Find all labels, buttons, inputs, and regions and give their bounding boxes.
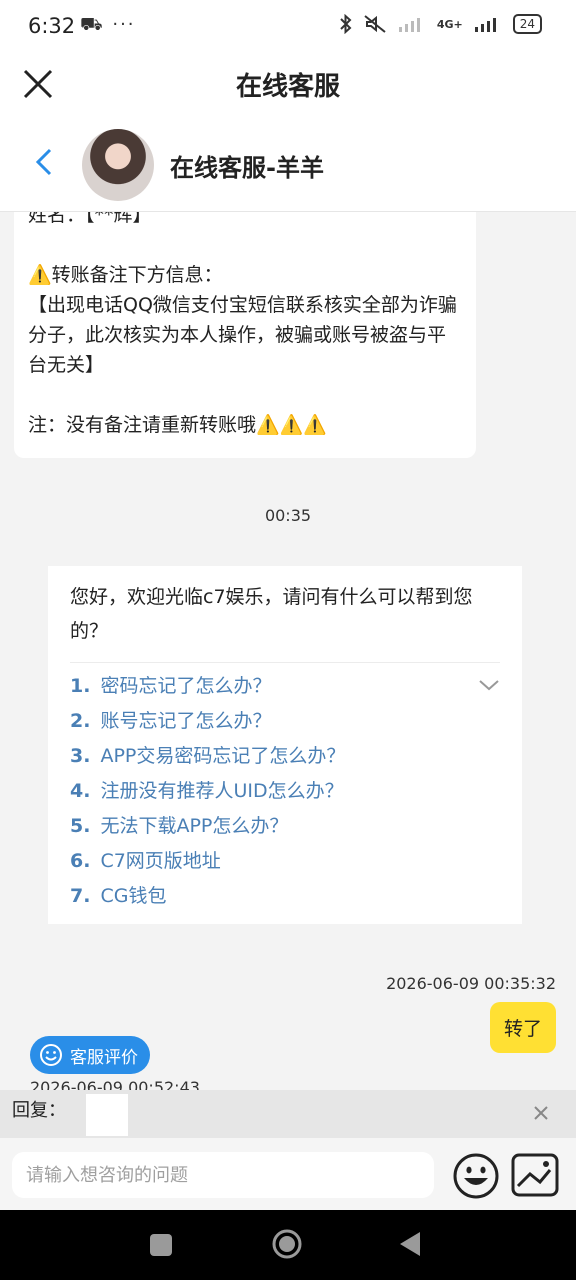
network-type: 4G+ <box>436 17 463 31</box>
faq-item-4[interactable]: 4. 注册没有推荐人UID怎么办？ <box>70 774 500 809</box>
rate-service-label: 客服评价 <box>70 1047 138 1068</box>
faq-label: CG钱包 <box>100 885 167 907</box>
partial-timestamp: 2026-06-09 00:52:43 <box>30 1078 200 1090</box>
faq-item-5[interactable]: 5. 无法下载APP怎么办？ <box>70 809 500 844</box>
message-line-warning: ⚠️转账备注下方信息： <box>28 264 223 286</box>
faq-label: 无法下载APP怎么办？ <box>100 815 289 837</box>
rate-service-button[interactable]: 客服评价 <box>30 1036 150 1074</box>
faq-number: 2. <box>70 710 91 732</box>
faq-label: 密码忘记了怎么办？ <box>100 675 272 697</box>
agent-message-bubble: 姓名：【**辉】 ⚠️转账备注下方信息： 【出现电话QQ微信支付宝短信联系核实全… <box>14 212 476 458</box>
faq-number: 3. <box>70 745 91 767</box>
reply-label: 回复： <box>12 1100 66 1121</box>
input-row <box>0 1138 576 1210</box>
welcome-card: 您好，欢迎光临c7娱乐，请问有什么可以帮到您的？ 1. 密码忘记了怎么办？ 2. 账… <box>48 566 522 924</box>
status-right-group: 4G+ 24 <box>339 14 542 34</box>
nav-recent-icon[interactable] <box>150 1234 172 1256</box>
faq-item-6[interactable]: 6. C7网页版地址 <box>70 844 500 879</box>
mute-icon <box>364 15 386 33</box>
back-icon[interactable] <box>30 144 62 180</box>
faq-item-3[interactable]: 3. APP交易密码忘记了怎么办？ <box>70 739 500 774</box>
nav-home-icon[interactable] <box>271 1228 303 1260</box>
faq-item-7[interactable]: 7. CG钱包 <box>70 879 500 914</box>
signal-strength-icon <box>474 18 496 32</box>
chevron-down-icon[interactable] <box>478 677 500 693</box>
divider <box>70 662 500 663</box>
faq-number: 1. <box>70 675 91 697</box>
faq-number: 7. <box>70 885 91 907</box>
faq-label: 注册没有推荐人UID怎么办？ <box>100 780 344 802</box>
image-icon[interactable] <box>510 1152 560 1198</box>
system-nav-bar <box>0 1210 576 1280</box>
welcome-text: 您好，欢迎光临c7娱乐，请问有什么可以帮到您的？ <box>70 586 473 642</box>
message-line-note: 注：没有备注请重新转账哦⚠️⚠️⚠️ <box>28 414 327 436</box>
agent-header: 在线客服-羊羊 <box>0 112 576 212</box>
faq-number: 4. <box>70 780 91 802</box>
time-divider: 00:35 <box>264 506 312 525</box>
page-title: 在线客服 <box>235 72 340 102</box>
reply-bar: 回复： <box>0 1090 576 1138</box>
agent-name: 在线客服-羊羊 <box>170 154 324 182</box>
faq-label: 账号忘记了怎么办？ <box>100 710 272 732</box>
sent-timestamp: 2026-06-09 00:35:32 <box>386 974 556 993</box>
status-time: 6:32 <box>28 14 76 38</box>
faq-list: 1. 密码忘记了怎么办？ 2. 账号忘记了怎么办？ 3. APP交易密码忘记了怎么办？… <box>70 669 500 914</box>
faq-item-2[interactable]: 2. 账号忘记了怎么办？ <box>70 704 500 739</box>
bluetooth-icon <box>340 14 352 34</box>
signal-icon <box>398 18 420 32</box>
faq-item-1[interactable]: 1. 密码忘记了怎么办？ <box>70 669 500 704</box>
notification-icons: ⛟ ··· <box>80 14 136 35</box>
message-line-body: 【出现电话QQ微信支付宝短信联系核实全部为诈骗分子，此次核实为本人操作，被骗或账… <box>28 294 457 376</box>
status-bar: 6:32 ⛟ ··· 4G+ 24 <box>0 0 576 56</box>
faq-label: APP交易密码忘记了怎么办？ <box>100 745 346 767</box>
smile-icon <box>40 1044 62 1066</box>
reply-preview <box>86 1094 128 1136</box>
faq-label: C7网页版地址 <box>100 850 221 872</box>
reply-close-icon[interactable] <box>532 1104 550 1122</box>
title-bar: 在线客服 <box>0 56 576 112</box>
agent-avatar <box>82 129 154 201</box>
message-line-name: 姓名：【**辉】 <box>28 212 152 226</box>
faq-number: 6. <box>70 850 91 872</box>
emoji-icon[interactable] <box>452 1152 500 1200</box>
nav-back-icon[interactable] <box>398 1230 422 1258</box>
user-message-bubble: 转了 <box>489 1002 556 1053</box>
chat-area[interactable]: 姓名：【**辉】 ⚠️转账备注下方信息： 【出现电话QQ微信支付宝短信联系核实全… <box>0 212 576 1090</box>
battery-indicator: 24 <box>512 14 542 34</box>
message-input[interactable] <box>12 1152 434 1198</box>
faq-number: 5. <box>70 815 91 837</box>
